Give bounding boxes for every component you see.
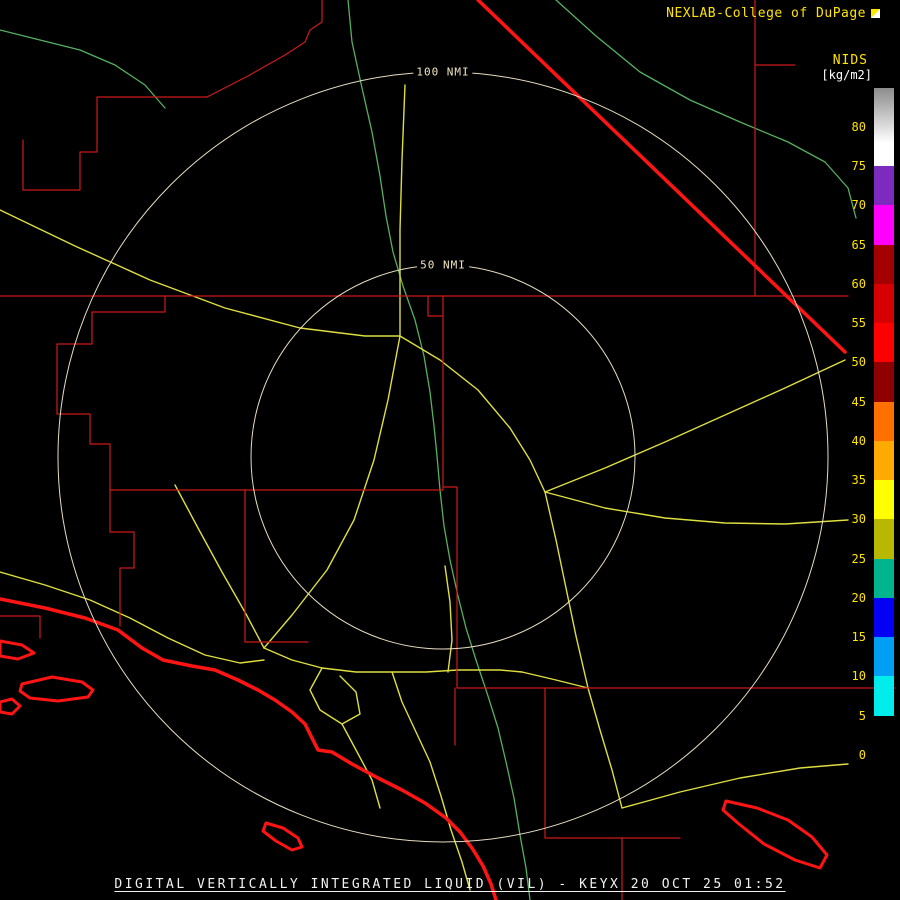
- colorbar-title: NIDS: [832, 53, 868, 68]
- colorbar-tick-label: 30: [851, 512, 866, 527]
- island: [721, 799, 829, 870]
- colorbar-segment: [874, 715, 894, 791]
- colorbar-segment: [874, 401, 894, 441]
- colorbar-segment: [874, 637, 894, 677]
- coastline: [0, 597, 498, 900]
- colorbar-units: [kg/m2]: [821, 68, 872, 82]
- colorbar-segment: [874, 244, 894, 284]
- colorbar-segment: [874, 205, 894, 245]
- colorbar-segment: [874, 283, 894, 324]
- colorbar-segment: [874, 87, 894, 143]
- colorbar-tick-label: 75: [851, 159, 866, 174]
- county-border: [0, 615, 41, 639]
- colorbar-segment: [874, 480, 894, 520]
- colorbar-tick-label: 35: [851, 473, 866, 488]
- colorbar-tick-label: 60: [851, 276, 866, 291]
- island: [261, 821, 304, 852]
- radar-display: NEXLAB-College of DuPage NIDS [kg/m2] DI…: [0, 0, 900, 900]
- highway: [444, 565, 453, 673]
- colorbar-segment: [874, 142, 894, 167]
- county-border: [56, 295, 166, 491]
- county-border: [109, 489, 135, 627]
- highway: [391, 671, 471, 891]
- product-caption: DIGITAL VERTICALLY INTEGRATED LIQUID (VI…: [114, 877, 786, 892]
- island: [0, 697, 22, 716]
- range-ring-label: 50 NMI: [417, 258, 469, 272]
- cod-logo-icon: [871, 9, 880, 18]
- colorbar-tick-label: 10: [851, 669, 866, 684]
- colorbar-segment: [874, 166, 894, 206]
- highway: [309, 667, 361, 725]
- colorbar-segment: [874, 558, 894, 598]
- site-header: NEXLAB-College of DuPage: [666, 6, 880, 21]
- state-border: [476, 0, 847, 354]
- colorbar-tick-label: 20: [851, 590, 866, 605]
- highway: [0, 209, 401, 337]
- river: [0, 29, 166, 109]
- highway: [521, 671, 589, 689]
- colorbar-tick-label: 25: [851, 551, 866, 566]
- island: [0, 639, 36, 661]
- colorbar-tick-label: 50: [851, 355, 866, 370]
- river: [555, 0, 857, 219]
- colorbar-segment: [874, 323, 894, 363]
- colorbar-segment: [874, 519, 894, 559]
- colorbar-tick-label: 65: [851, 237, 866, 252]
- colorbar-tick-label: 0: [858, 747, 866, 762]
- colorbar-segment: [874, 362, 894, 402]
- highway: [174, 484, 265, 649]
- river: [347, 0, 531, 900]
- highway: [544, 491, 849, 525]
- colorbar-tick-label: 15: [851, 630, 866, 645]
- colorbar-tick-label: 45: [851, 394, 866, 409]
- highway: [263, 335, 401, 649]
- highway: [399, 84, 406, 337]
- map-canvas: [0, 0, 896, 900]
- highway: [544, 359, 846, 493]
- colorbar-tick-label: 70: [851, 198, 866, 213]
- highway: [544, 491, 623, 809]
- island: [18, 675, 95, 703]
- colorbar-segment: [874, 676, 894, 716]
- highway: [341, 723, 381, 809]
- county-border: [206, 0, 323, 98]
- highway: [621, 763, 849, 809]
- range-ring-label: 100 NMI: [413, 65, 473, 79]
- colorbar-tick-label: 5: [858, 708, 866, 723]
- colorbar-tick-label: 55: [851, 316, 866, 331]
- colorbar-tick-label: 80: [851, 119, 866, 134]
- county-border: [427, 295, 444, 317]
- colorbar-segment: [874, 440, 894, 481]
- highway: [399, 335, 546, 493]
- site-title: NEXLAB-College of DuPage: [666, 6, 866, 21]
- colorbar-segment: [874, 597, 894, 638]
- colorbar-tick-label: 40: [851, 433, 866, 448]
- highway: [263, 647, 523, 673]
